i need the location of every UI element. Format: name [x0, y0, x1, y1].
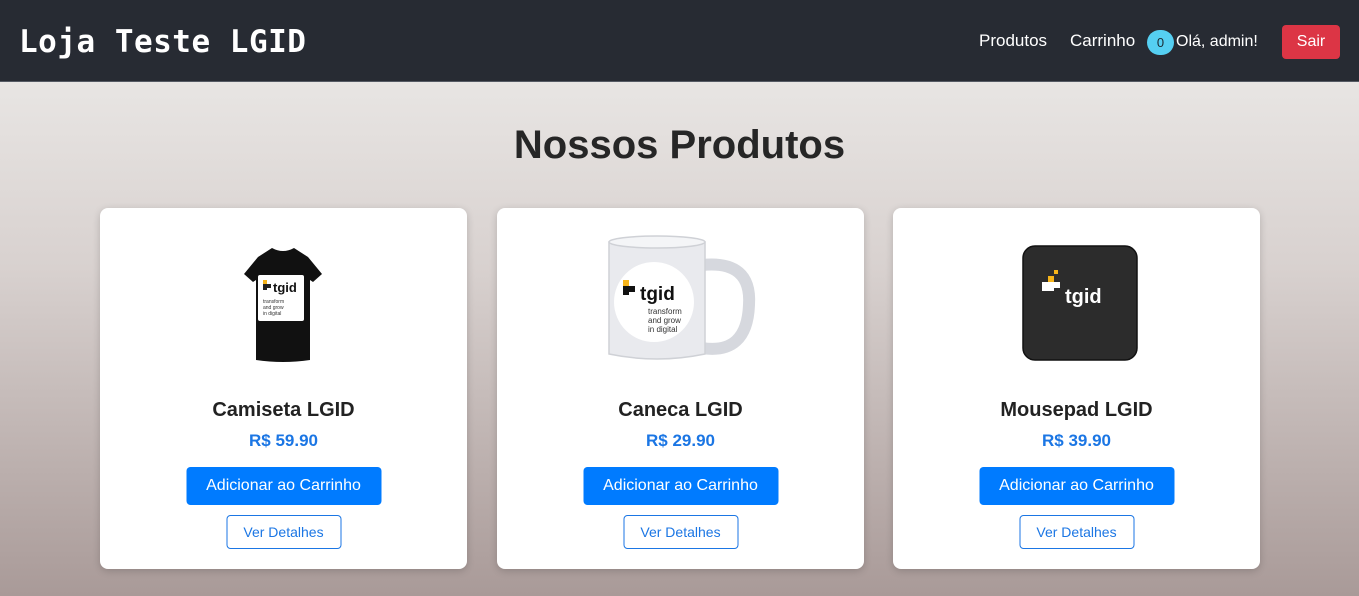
svg-text:transform: transform [648, 307, 682, 316]
svg-text:tgid: tgid [1065, 286, 1102, 308]
svg-text:and grow: and grow [648, 316, 681, 325]
tshirt-image[interactable]: tgid transform and grow in digital [100, 230, 467, 380]
svg-text:tgid: tgid [640, 284, 675, 305]
add-to-cart-button[interactable]: Adicionar ao Carrinho [186, 467, 381, 505]
brand-title[interactable]: Loja Teste LGID [19, 22, 306, 62]
page-title: Nossos Produtos [513, 123, 846, 167]
mousepad-illustration: tgid [1022, 245, 1138, 361]
product-name: Mousepad LGID [1000, 399, 1153, 421]
product-price: R$ 59.90 [249, 431, 318, 450]
product-card-caneca: tgid transform and grow in digital Canec… [497, 208, 864, 569]
product-card-mousepad: tgid Mousepad LGID R$ 39.90 Adicionar ao… [893, 208, 1260, 569]
svg-text:tgid: tgid [273, 280, 297, 295]
nav-link-carrinho[interactable]: Carrinho [1070, 31, 1135, 51]
svg-text:in digital: in digital [263, 311, 281, 317]
top-navbar: Loja Teste LGID Produtos Carrinho 0 Olá,… [0, 0, 1359, 82]
view-details-button[interactable]: Ver Detalhes [1019, 515, 1134, 549]
nav-link-produtos[interactable]: Produtos [979, 31, 1047, 51]
product-name: Caneca LGID [618, 399, 743, 421]
logout-button[interactable]: Sair [1282, 25, 1340, 59]
tshirt-illustration: tgid transform and grow in digital [244, 248, 322, 362]
cart-count-badge[interactable]: 0 [1147, 30, 1174, 55]
svg-text:in digital: in digital [648, 325, 678, 334]
product-price: R$ 29.90 [646, 431, 715, 450]
add-to-cart-button[interactable]: Adicionar ao Carrinho [979, 467, 1174, 505]
add-to-cart-button[interactable]: Adicionar ao Carrinho [583, 467, 778, 505]
mug-image[interactable]: tgid transform and grow in digital [497, 230, 864, 380]
mousepad-image[interactable]: tgid [893, 230, 1260, 380]
product-price: R$ 39.90 [1042, 431, 1111, 450]
user-greeting: Olá, admin! [1176, 33, 1258, 50]
mug-illustration: tgid transform and grow in digital [608, 235, 756, 360]
view-details-button[interactable]: Ver Detalhes [226, 515, 341, 549]
product-name: Camiseta LGID [212, 399, 355, 421]
product-card-camiseta: tgid transform and grow in digital Camis… [100, 208, 467, 569]
view-details-button[interactable]: Ver Detalhes [623, 515, 738, 549]
